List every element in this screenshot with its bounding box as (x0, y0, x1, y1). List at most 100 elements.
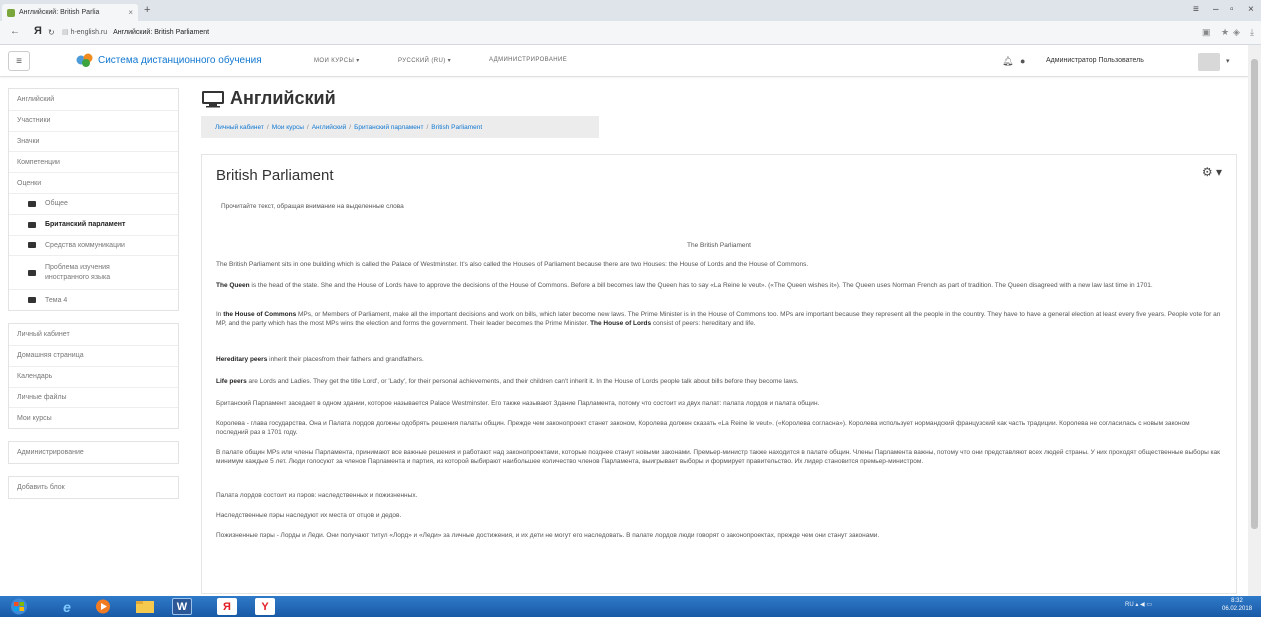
word-icon[interactable]: W (172, 598, 192, 615)
breadcrumb-separator: / (266, 123, 269, 131)
volume-icon[interactable]: ◀︎ (1140, 602, 1145, 608)
user-menu-caret-icon[interactable]: ▾ (1226, 57, 1230, 65)
maximize-icon[interactable]: ▫ (1230, 4, 1234, 15)
sidebar-item-competencies[interactable]: Компетенции (9, 151, 178, 172)
yandex-taskbar-icon[interactable]: Я (217, 598, 237, 615)
address-bar: ← Я ↻ ▤ h-english.ru Английский: British… (0, 21, 1261, 45)
drawer-toggle-button[interactable]: ≡ (8, 51, 30, 71)
sidebar-item-grades[interactable]: Оценки (9, 172, 178, 193)
download-icon[interactable]: ⤓ (1250, 27, 1254, 38)
browser-tab[interactable]: Английский: British Parlia × (2, 4, 138, 21)
moodle-favicon-icon (7, 8, 15, 17)
breadcrumb-my-courses[interactable]: Мои курсы (272, 124, 304, 131)
reader-icon[interactable]: ▣ (1202, 27, 1211, 38)
reload-icon[interactable]: ↻ (48, 28, 55, 37)
sidebar-item-add-block[interactable]: Добавить блок (9, 477, 178, 498)
site-logo-icon[interactable] (76, 52, 94, 68)
url-field[interactable]: ▤ h-english.ru Английский: British Parli… (62, 28, 209, 36)
sidebar-item-section-language-problem[interactable]: Проблема изучения иностранного языка (9, 255, 178, 289)
tab-close-icon[interactable]: × (128, 8, 133, 17)
sidebar-item-section-communication[interactable]: Средства коммуникации (9, 234, 178, 256)
sidebar-item-private-files[interactable]: Личные файлы (9, 386, 178, 408)
general-nav-block: Личный кабинет Домашняя страница Календа… (8, 323, 179, 430)
browser-menu-icon[interactable]: ≡ (1193, 4, 1199, 15)
site-info-icon[interactable]: ▤ (62, 29, 71, 36)
page-scrollbar[interactable] (1248, 45, 1261, 596)
nav-drawer: Английский Участники Значки Компетенции … (8, 88, 179, 511)
breadcrumb-course[interactable]: Английский (312, 124, 347, 131)
breadcrumb-dashboard[interactable]: Личный кабинет (215, 124, 264, 131)
sidebar-item-section-topic-4[interactable]: Тема 4 (9, 289, 178, 310)
breadcrumb-separator: / (306, 123, 309, 131)
back-button[interactable]: ← (10, 26, 20, 37)
menu-my-courses[interactable]: МОИ КУРСЫ ▾ (314, 57, 360, 64)
sidebar-item-label: Общее (45, 200, 68, 208)
folder-icon (28, 221, 36, 228)
protect-shield-icon[interactable]: ◈ (1233, 27, 1240, 38)
site-navbar: ≡ Система дистанционного обучения МОИ КУ… (0, 45, 1248, 77)
user-menu-name[interactable]: Администратор Пользователь (1046, 57, 1144, 64)
page-content-card: British Parliament ⚙ ▾ Прочитайте текст,… (201, 154, 1237, 594)
bookmark-star-icon[interactable]: ★ (1221, 27, 1229, 38)
network-icon[interactable]: ▭ (1146, 602, 1152, 608)
url-domain: h-english.ru (70, 29, 108, 36)
bold-term: Hereditary peers (216, 356, 268, 363)
text-title: The British Parliament (687, 242, 751, 249)
menu-language[interactable]: РУССКИЙ (RU) ▾ (398, 57, 451, 64)
intro-text: Прочитайте текст, обращая внимание на вы… (221, 203, 404, 210)
sidebar-item-section-general[interactable]: Общее (9, 192, 178, 214)
menu-administration[interactable]: АДМИНИСТРИРОВАНИЕ (489, 57, 567, 63)
sidebar-item-participants[interactable]: Участники (9, 109, 178, 131)
sidebar-item-dashboard[interactable]: Личный кабинет (9, 324, 178, 345)
yandex-browser-icon[interactable]: Y (255, 598, 275, 615)
sidebar-item-badges[interactable]: Значки (9, 130, 178, 152)
site-name-link[interactable]: Система дистанционного обучения (98, 55, 262, 66)
course-nav-block: Английский Участники Значки Компетенции … (8, 88, 179, 312)
paragraph-ru-1: Британский Парламент заседает в одном зд… (216, 400, 820, 407)
sidebar-item-course[interactable]: Английский (9, 89, 178, 110)
sidebar-item-calendar[interactable]: Календарь (9, 365, 178, 387)
system-clock[interactable]: 8:32 06.02.2018 (1222, 598, 1252, 614)
file-explorer-icon[interactable] (134, 598, 156, 615)
sidebar-item-administration[interactable]: Администрирование (9, 442, 178, 463)
paragraph-text: is the head of the state. She and the Ho… (249, 282, 1153, 289)
messages-icon[interactable]: ● (1020, 56, 1025, 66)
avatar[interactable] (1198, 53, 1220, 71)
paragraph-text: are Lords and Ladies. They get the title… (246, 378, 799, 385)
breadcrumb-section[interactable]: Британский парламент (354, 124, 423, 131)
yandex-button[interactable]: Я (34, 25, 42, 37)
new-tab-button[interactable]: + (144, 4, 150, 16)
page-title: Английский (230, 88, 336, 108)
sidebar-item-my-courses[interactable]: Мои курсы (9, 407, 178, 428)
notifications-bell-icon[interactable]: 🔔︎ (1002, 56, 1013, 67)
paragraph-en-2: The Queen is the head of the state. She … (216, 281, 1222, 290)
breadcrumb: Личный кабинет / Мои курсы / Английский … (201, 116, 599, 138)
language-indicator[interactable]: RU (1125, 602, 1134, 608)
browser-tabbar: Английский: British Parlia × + ≡ – ▫ × (0, 0, 1261, 21)
minimize-icon[interactable]: – (1213, 4, 1219, 15)
paragraph-ru-4: Палата лордов состоит из пэров: наследст… (216, 492, 418, 499)
sidebar-item-section-parliament[interactable]: Британский парламент (9, 213, 178, 235)
monitor-icon (202, 90, 224, 107)
paragraph-en-5: Life peers are Lords and Ladies. They ge… (216, 377, 1222, 386)
paragraph-ru-6: Пожизненные пэры - Лорды и Леди. Они пол… (216, 532, 880, 539)
tab-title: Английский: British Parlia (19, 9, 100, 16)
internet-explorer-icon[interactable]: e (56, 598, 78, 615)
close-window-icon[interactable]: × (1248, 4, 1254, 15)
paragraph-ru-5: Наследственные пэры наследуют их места о… (216, 512, 402, 519)
media-player-icon[interactable] (92, 598, 114, 615)
scrollbar-thumb[interactable] (1251, 59, 1258, 529)
bold-term: The Queen (216, 282, 250, 289)
system-tray[interactable]: RU ▴ ◀︎ ▭ (1125, 601, 1152, 608)
breadcrumb-separator: / (349, 123, 352, 131)
sidebar-item-label: Тема 4 (45, 296, 68, 304)
breadcrumb-page[interactable]: British Parliament (431, 124, 482, 131)
sidebar-item-home[interactable]: Домашняя страница (9, 344, 178, 366)
paragraph-text: inherit their placesfrom their fathers a… (267, 356, 424, 363)
admin-nav-block: Администрирование (8, 441, 179, 464)
clock-date: 06.02.2018 (1222, 605, 1253, 612)
paragraph-en-1: The British Parliament sits in one build… (216, 261, 809, 268)
windows-start-icon[interactable] (8, 598, 30, 615)
sidebar-item-label: Средства коммуникации (45, 241, 125, 249)
gear-icon[interactable]: ⚙ ▾ (1202, 165, 1222, 179)
